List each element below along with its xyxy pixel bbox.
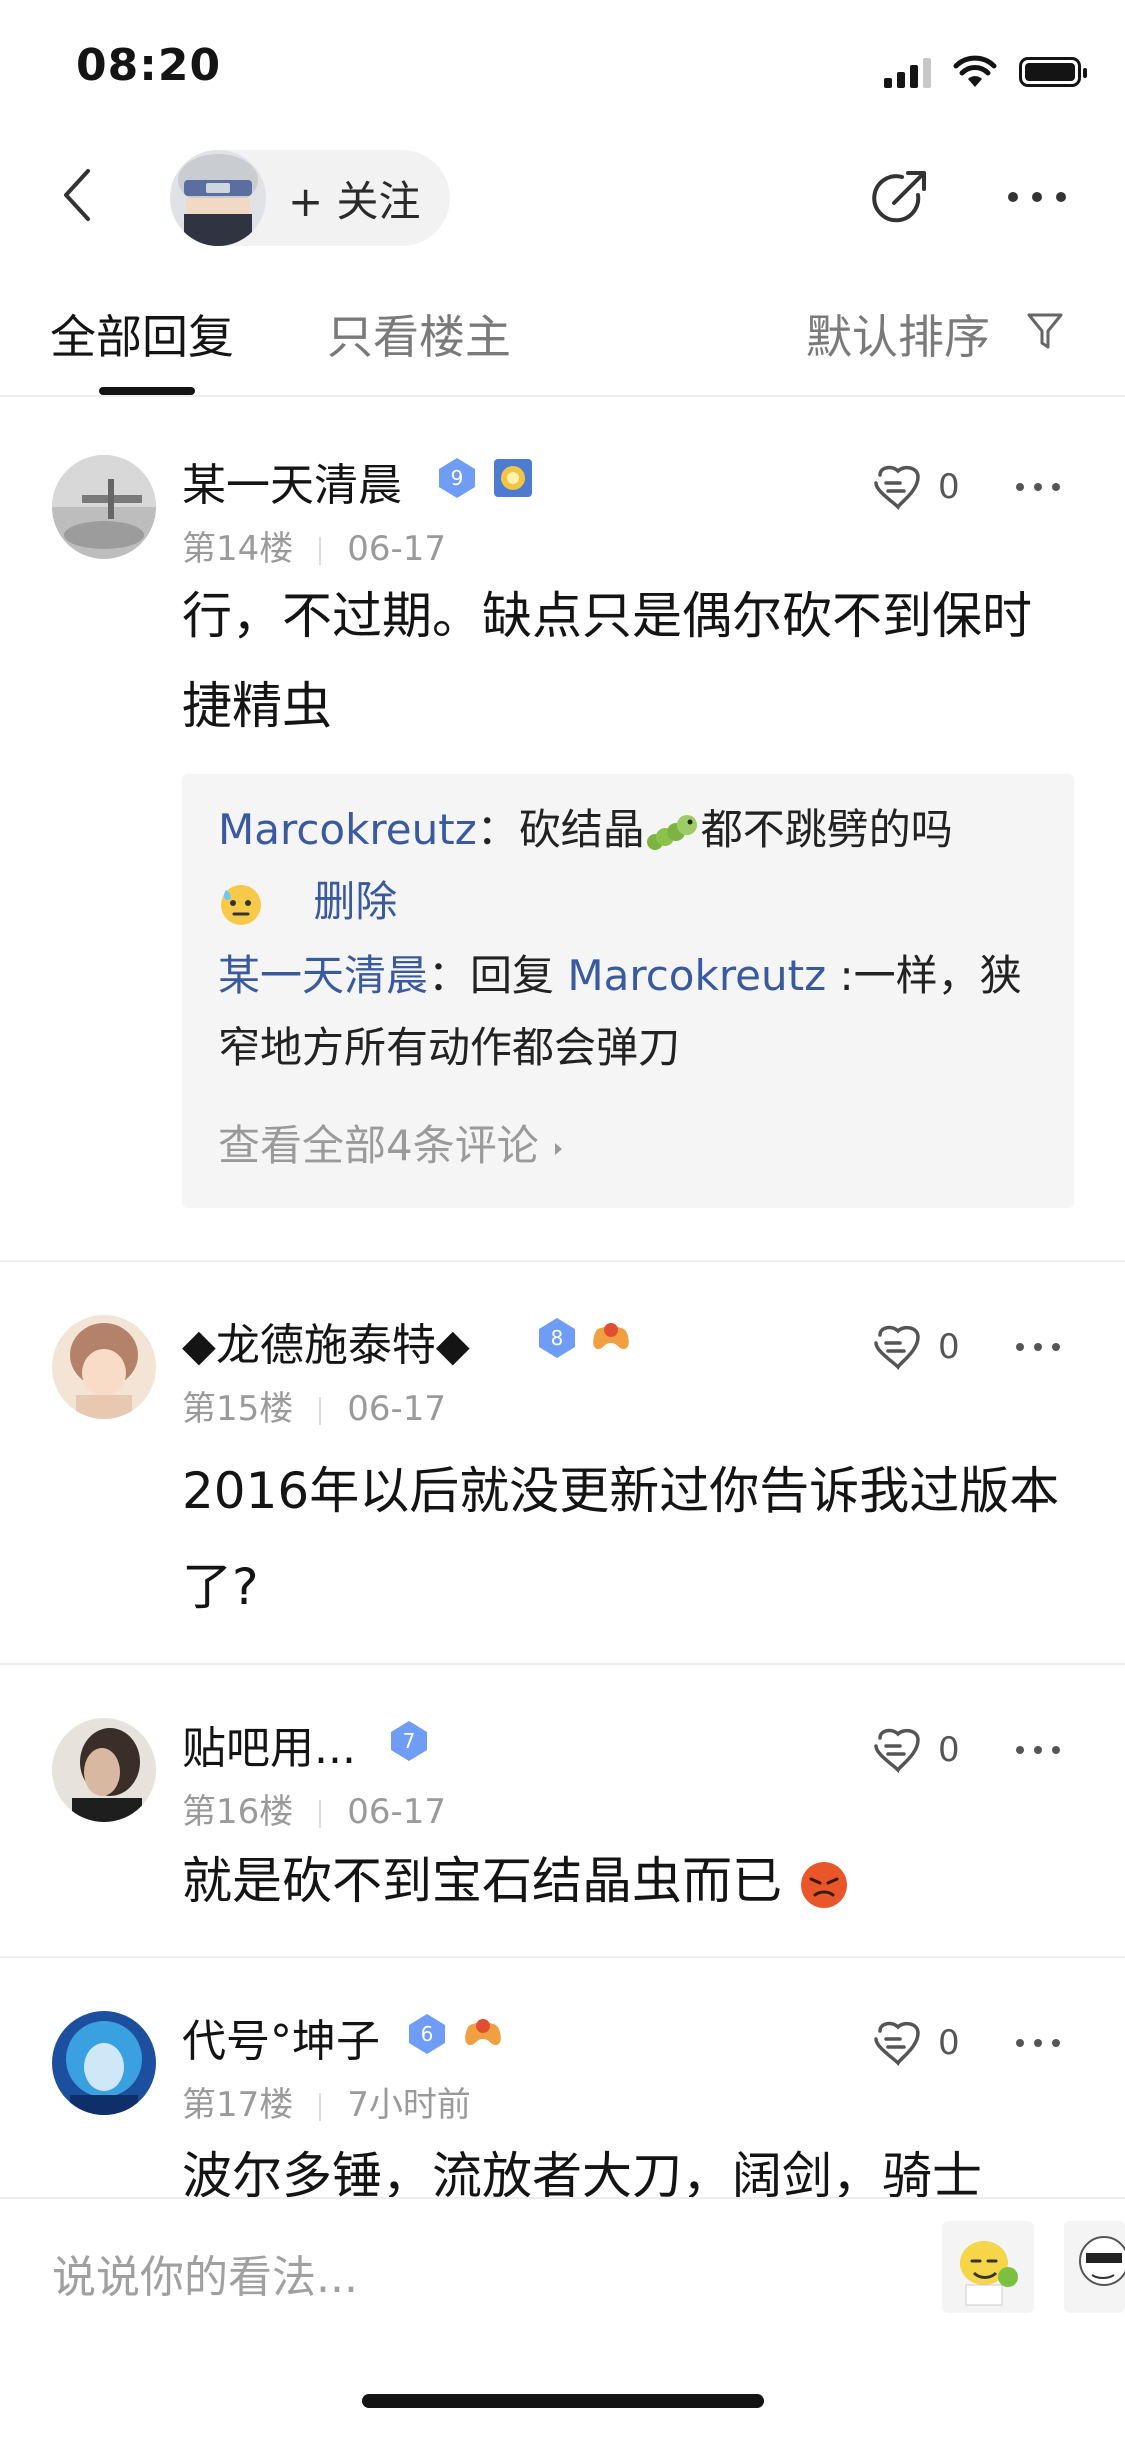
divider (0, 1663, 1125, 1665)
floor-number: 第15楼 (182, 1389, 294, 1429)
reply-tabs: 全部回复 只看楼主 默认排序 (0, 265, 1125, 397)
sub-reply: Marcokreutz：砍结晶 都不跳劈的吗 删除 (218, 805, 953, 926)
sub-replies-box[interactable]: Marcokreutz：砍结晶 都不跳劈的吗 删除 某一天清晨：回复 Marco… (182, 774, 1074, 1208)
list-item: 贴吧用... 7 0 第16楼 06-17 就是砍不到宝石结晶虫而已 (0, 1666, 1125, 1956)
post-date: 06-17 (347, 1389, 447, 1429)
divider (0, 1260, 1125, 1262)
battery-icon (1019, 57, 1087, 87)
level-badge-icon: 6 (409, 2014, 445, 2054)
avatar[interactable] (52, 2011, 156, 2115)
emoji-sticker-button[interactable] (942, 2221, 1034, 2313)
chevron-right-icon (555, 1142, 563, 1155)
post-content: 就是砍不到宝石结晶虫而已 (182, 1836, 1072, 1926)
post-date: 06-17 (347, 529, 447, 569)
avatar[interactable] (52, 1718, 156, 1822)
status-bar: 08:20 (0, 0, 1125, 135)
post-meta: 第16楼 06-17 (182, 1784, 446, 1833)
level-badge-icon: 8 (539, 1318, 575, 1358)
post-date: 7小时前 (347, 2085, 471, 2125)
like-icon[interactable] (870, 1321, 928, 1373)
share-icon[interactable] (866, 165, 932, 231)
more-options-icon[interactable] (1014, 1744, 1062, 1756)
nav-bar: + 关注 (0, 135, 1125, 265)
divider (0, 1956, 1125, 1958)
username[interactable]: 某一天清晨 (182, 449, 402, 513)
status-time: 08:20 (76, 40, 222, 91)
sort-dropdown[interactable]: 默认排序 (806, 301, 990, 367)
reply-target[interactable]: Marcokreutz (567, 951, 826, 1000)
floor-number: 第14楼 (182, 529, 294, 569)
sweat-face-emoji-icon (221, 884, 261, 925)
tab-owner-only[interactable]: 只看楼主 (327, 301, 511, 367)
post-content: 行，不过期。缺点只是偶尔砍不到保时捷精虫 (182, 587, 1032, 735)
sub-reply: 某一天清晨：回复 Marcokreutz :一样，狭窄地方所有动作都会弹刀 (218, 951, 1022, 1072)
more-options-icon[interactable] (1014, 1341, 1062, 1353)
post-meta: 第14楼 06-17 (182, 521, 446, 570)
cellular-signal-icon (884, 56, 931, 88)
sub-reply-author[interactable]: Marcokreutz (218, 805, 477, 854)
reply-list: 某一天清晨 9 0 第14楼 06-17 行，不过期。缺点只是偶尔砍不到保时捷精虫… (0, 397, 1125, 2197)
comment-input[interactable]: 说说你的看法... (52, 2241, 358, 2305)
more-options-icon[interactable] (1005, 189, 1069, 205)
username[interactable]: 代号°坤子 (182, 2005, 380, 2069)
like-icon[interactable] (870, 1724, 928, 1776)
delete-link[interactable]: 删除 (313, 877, 397, 926)
follow-label: + 关注 (288, 176, 421, 226)
sunglasses-face-emoji-icon (1079, 2236, 1125, 2286)
more-options-icon[interactable] (1014, 481, 1062, 493)
level-badge-icon: 9 (439, 458, 475, 498)
post-content: 2016年以后就没更新过你告诉我过版本了? (182, 1462, 1060, 1616)
gamepad-medal-icon (465, 2019, 501, 2045)
more-options-icon[interactable] (1014, 2037, 1062, 2049)
like-count: 0 (938, 2023, 960, 2063)
level-badge-icon: 7 (391, 1721, 427, 1761)
like-count: 0 (938, 1730, 960, 1770)
avatar[interactable] (52, 1315, 156, 1419)
back-icon[interactable] (52, 165, 112, 225)
post-meta: 第15楼 06-17 (182, 1381, 446, 1430)
follow-button[interactable]: + 关注 (170, 150, 450, 246)
list-item: 代号°坤子 6 0 第17楼 7小时前 波尔多锤，流放者大刀，阔剑，骑士 (0, 1959, 1125, 2197)
list-item: ◆龙德施泰特◆ 8 0 第15楼 06-17 2016年以后就没更新过你告诉我过版… (0, 1263, 1125, 1663)
home-indicator (362, 2394, 764, 2408)
author-avatar[interactable] (170, 150, 266, 246)
like-count: 0 (938, 1327, 960, 1367)
sub-reply-author[interactable]: 某一天清晨 (218, 951, 428, 1000)
floor-number: 第16楼 (182, 1792, 294, 1832)
angry-face-emoji-icon (800, 1861, 847, 1908)
like-count: 0 (938, 467, 960, 507)
avatar[interactable] (52, 455, 156, 559)
like-icon[interactable] (870, 2017, 928, 2069)
like-icon[interactable] (870, 461, 928, 513)
filter-icon[interactable] (1023, 309, 1067, 353)
floor-number: 第17楼 (182, 2085, 294, 2125)
svg-text:7: 7 (403, 1729, 416, 1753)
username[interactable]: ◆龙德施泰特◆ (182, 1309, 470, 1373)
post-content: 波尔多锤，流放者大刀，阔剑，骑士 (182, 2147, 982, 2197)
post-date: 06-17 (347, 1792, 447, 1832)
medal-icon (494, 459, 532, 497)
caterpillar-emoji-icon (646, 814, 697, 850)
svg-text:8: 8 (551, 1326, 564, 1350)
view-all-comments-link[interactable]: 查看全部4条评论 (218, 1112, 566, 1173)
svg-text:6: 6 (421, 2022, 434, 2046)
post-meta: 第17楼 7小时前 (182, 2077, 471, 2126)
gamepad-medal-icon (593, 1323, 629, 1349)
emoji-sticker-button[interactable] (1064, 2221, 1125, 2313)
wifi-icon (953, 55, 997, 87)
list-item: 某一天清晨 9 0 第14楼 06-17 行，不过期。缺点只是偶尔砍不到保时捷精虫… (0, 397, 1125, 1260)
svg-text:9: 9 (451, 466, 464, 490)
active-tab-indicator (99, 387, 195, 395)
username[interactable]: 贴吧用... (182, 1712, 356, 1776)
tab-all-replies[interactable]: 全部回复 (50, 301, 234, 367)
money-face-emoji-icon (960, 2241, 1018, 2306)
